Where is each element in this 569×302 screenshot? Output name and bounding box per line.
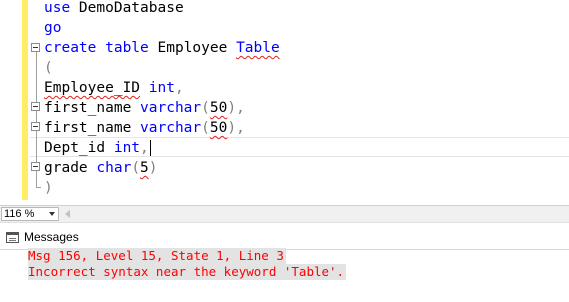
code-line[interactable]: create table Employee Table	[44, 38, 280, 58]
code-line[interactable]: Dept_id int,	[44, 138, 151, 158]
code-token: (	[131, 160, 141, 176]
code-token: 50	[209, 120, 228, 136]
code-token: ,	[174, 80, 184, 96]
code-token: varchar	[140, 120, 202, 136]
editor-status-strip: 116 %	[0, 205, 569, 222]
collapse-first-name-2-icon[interactable]	[31, 122, 40, 131]
scroll-left-icon[interactable]	[65, 210, 70, 218]
code-line[interactable]: (	[44, 58, 53, 78]
code-token: 50	[209, 100, 228, 116]
code-token: (	[201, 120, 210, 136]
code-token: Employee	[157, 40, 237, 56]
code-token: Dept_id	[44, 140, 114, 156]
code-line[interactable]: go	[44, 18, 61, 38]
code-token: )	[44, 180, 53, 196]
collapse-grade-icon[interactable]	[31, 162, 40, 171]
code-token: first_name	[44, 100, 141, 116]
code-line[interactable]: Employee_ID int,	[44, 78, 184, 98]
code-line[interactable]: first_name varchar(50),	[44, 98, 245, 118]
collapse-create-table-icon[interactable]	[31, 43, 40, 52]
code-token: ),	[227, 100, 245, 116]
code-line[interactable]: use DemoDatabase	[44, 0, 184, 18]
tab-messages[interactable]: Messages	[6, 227, 79, 247]
code-token: ),	[227, 120, 245, 136]
code-line[interactable]: first_name varchar(50),	[44, 118, 245, 138]
messages-panel[interactable]: Msg 156, Level 15, State 1, Line 3 Incor…	[0, 248, 569, 302]
code-line[interactable]: )	[44, 178, 53, 198]
changed-lines-marker	[22, 0, 28, 200]
editor-gutter	[0, 0, 22, 205]
code-token: use	[44, 0, 79, 16]
code-token: varchar	[140, 100, 202, 116]
collapse-first-name-icon[interactable]	[31, 102, 40, 111]
error-message-line: Incorrect syntax near the keyword 'Table…	[28, 264, 347, 280]
query-editor[interactable]: use DemoDatabase go create table Employee …	[0, 0, 569, 205]
code-token: char	[96, 160, 132, 176]
results-tabs: Messages	[0, 222, 569, 249]
code-token: int	[113, 140, 141, 156]
text-caret	[149, 140, 151, 156]
code-token: ,	[140, 140, 149, 156]
code-token: create table	[44, 40, 158, 56]
code-token: Table	[236, 40, 280, 56]
code-token: first_name	[44, 120, 141, 136]
outline-end-tick	[36, 187, 41, 188]
code-token: (	[201, 100, 210, 116]
code-token: )	[148, 160, 158, 176]
messages-icon	[6, 231, 19, 243]
code-token: Employee_ID	[44, 80, 141, 96]
code-token: DemoDatabase	[78, 0, 184, 16]
code-token: (	[44, 60, 53, 76]
code-token: 5	[140, 160, 149, 176]
code-token: go	[44, 20, 62, 36]
code-line[interactable]: grade char(5)	[44, 158, 158, 178]
code-token: grade	[44, 160, 97, 176]
error-message-line: Msg 156, Level 15, State 1, Line 3	[28, 248, 286, 264]
tab-messages-label: Messages	[24, 230, 79, 244]
zoom-value: 116 %	[4, 208, 35, 220]
zoom-dropdown[interactable]: 116 %	[1, 207, 59, 221]
code-token: int	[140, 80, 175, 96]
chevron-down-icon	[49, 212, 55, 216]
